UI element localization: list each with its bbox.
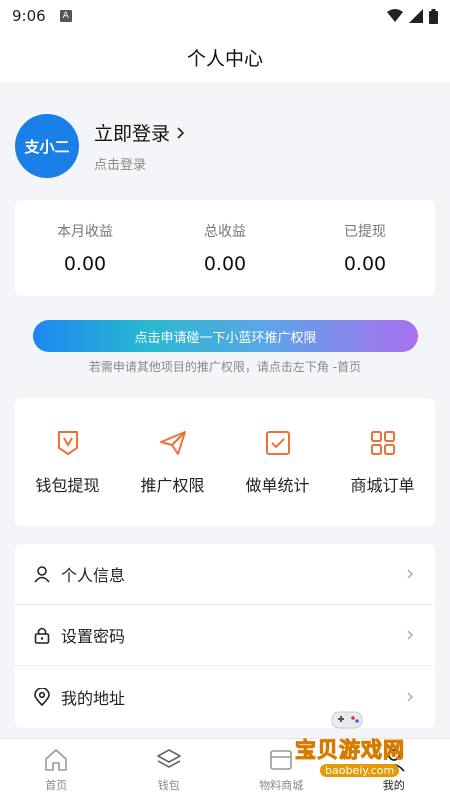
- status-right: [387, 8, 438, 24]
- grid-item-mall-orders[interactable]: 商城订单: [330, 398, 435, 526]
- avatar-text: 支小二: [24, 137, 70, 156]
- wallet-withdraw-icon: [57, 431, 78, 456]
- chevron-right-icon: [407, 692, 413, 701]
- notification-a-icon: A: [59, 10, 72, 22]
- login-title[interactable]: 立即登录: [94, 119, 186, 146]
- earnings-label: 总收益: [204, 224, 246, 240]
- earnings-value: 0.00: [63, 253, 107, 275]
- earnings-label: 已提现: [344, 224, 386, 240]
- grid-item-wallet-withdraw[interactable]: 钱包提现: [15, 398, 120, 526]
- grid-label: 推广权限: [140, 476, 205, 495]
- tab-home[interactable]: 首页: [0, 739, 113, 800]
- grid-icon: [370, 431, 395, 455]
- earnings-label: 本月收益: [57, 224, 113, 240]
- wifi-icon: [387, 9, 403, 22]
- page-title: 个人中心: [186, 47, 263, 70]
- settings-menu: 个人信息 设置密码 我的地址: [15, 544, 435, 728]
- grid-item-promotion-rights[interactable]: 推广权限: [120, 398, 225, 526]
- grid-label: 钱包提现: [35, 476, 100, 495]
- grid-label: 商城订单: [350, 476, 415, 495]
- menu-label: 我的地址: [61, 688, 126, 708]
- watermark-url: baobeiy.com: [320, 764, 400, 777]
- promo-note: 若需申请其他项目的推广权限，请点击左下角 -首页: [88, 360, 362, 374]
- tab-label: 钱包: [157, 778, 180, 792]
- grid-item-order-stats[interactable]: 做单统计: [225, 398, 330, 526]
- tab-label: 首页: [45, 778, 68, 792]
- user-icon: [34, 566, 50, 583]
- signal-icon: [409, 9, 423, 23]
- battery-icon: [429, 8, 438, 24]
- earnings-monthly: 本月收益 0.00: [15, 200, 155, 296]
- login-title-text: 立即登录: [94, 123, 171, 145]
- status-bar: 9:06 A: [0, 0, 450, 32]
- earnings-value: 0.00: [343, 253, 387, 275]
- status-time: 9:06: [12, 7, 46, 25]
- watermark-text: 宝贝游戏网: [295, 738, 405, 763]
- earnings-value: 0.00: [203, 253, 247, 275]
- earnings-card: 本月收益 0.00 总收益 0.00 已提现 0.00: [15, 200, 435, 296]
- apply-promotion-button[interactable]: 点击申请碰一下小蓝环推广权限: [33, 320, 418, 352]
- home-icon: [45, 748, 68, 771]
- earnings-withdrawn: 已提现 0.00: [295, 200, 435, 296]
- lock-icon: [34, 627, 50, 644]
- watermark: 宝贝游戏网 baobeiy.com: [285, 706, 445, 782]
- earnings-total: 总收益 0.00: [155, 200, 295, 296]
- profile-text: 立即登录 点击登录: [94, 119, 186, 173]
- chevron-right-icon: [407, 569, 413, 579]
- chevron-right-icon: [407, 630, 413, 640]
- grid-label: 做单统计: [245, 476, 310, 495]
- tab-wallet[interactable]: 钱包: [113, 739, 226, 800]
- check-square-icon: [265, 431, 290, 455]
- page-header: 个人中心: [0, 32, 450, 82]
- login-subtitle: 点击登录: [94, 158, 147, 173]
- paper-plane-icon: [159, 431, 186, 455]
- gamepad-icon: [331, 711, 363, 729]
- layers-icon: [156, 748, 181, 768]
- profile-login[interactable]: 支小二 立即登录 点击登录: [15, 106, 435, 186]
- location-pin-icon: [34, 687, 50, 706]
- feature-grid: 钱包提现 推广权限 做单统计 商城订单: [15, 398, 435, 526]
- menu-item-personal-info[interactable]: 个人信息: [15, 544, 435, 605]
- avatar[interactable]: 支小二: [15, 114, 79, 178]
- menu-label: 个人信息: [61, 566, 126, 585]
- menu-item-set-password[interactable]: 设置密码: [15, 605, 435, 666]
- menu-label: 设置密码: [61, 627, 126, 646]
- chevron-right-icon: [177, 126, 185, 139]
